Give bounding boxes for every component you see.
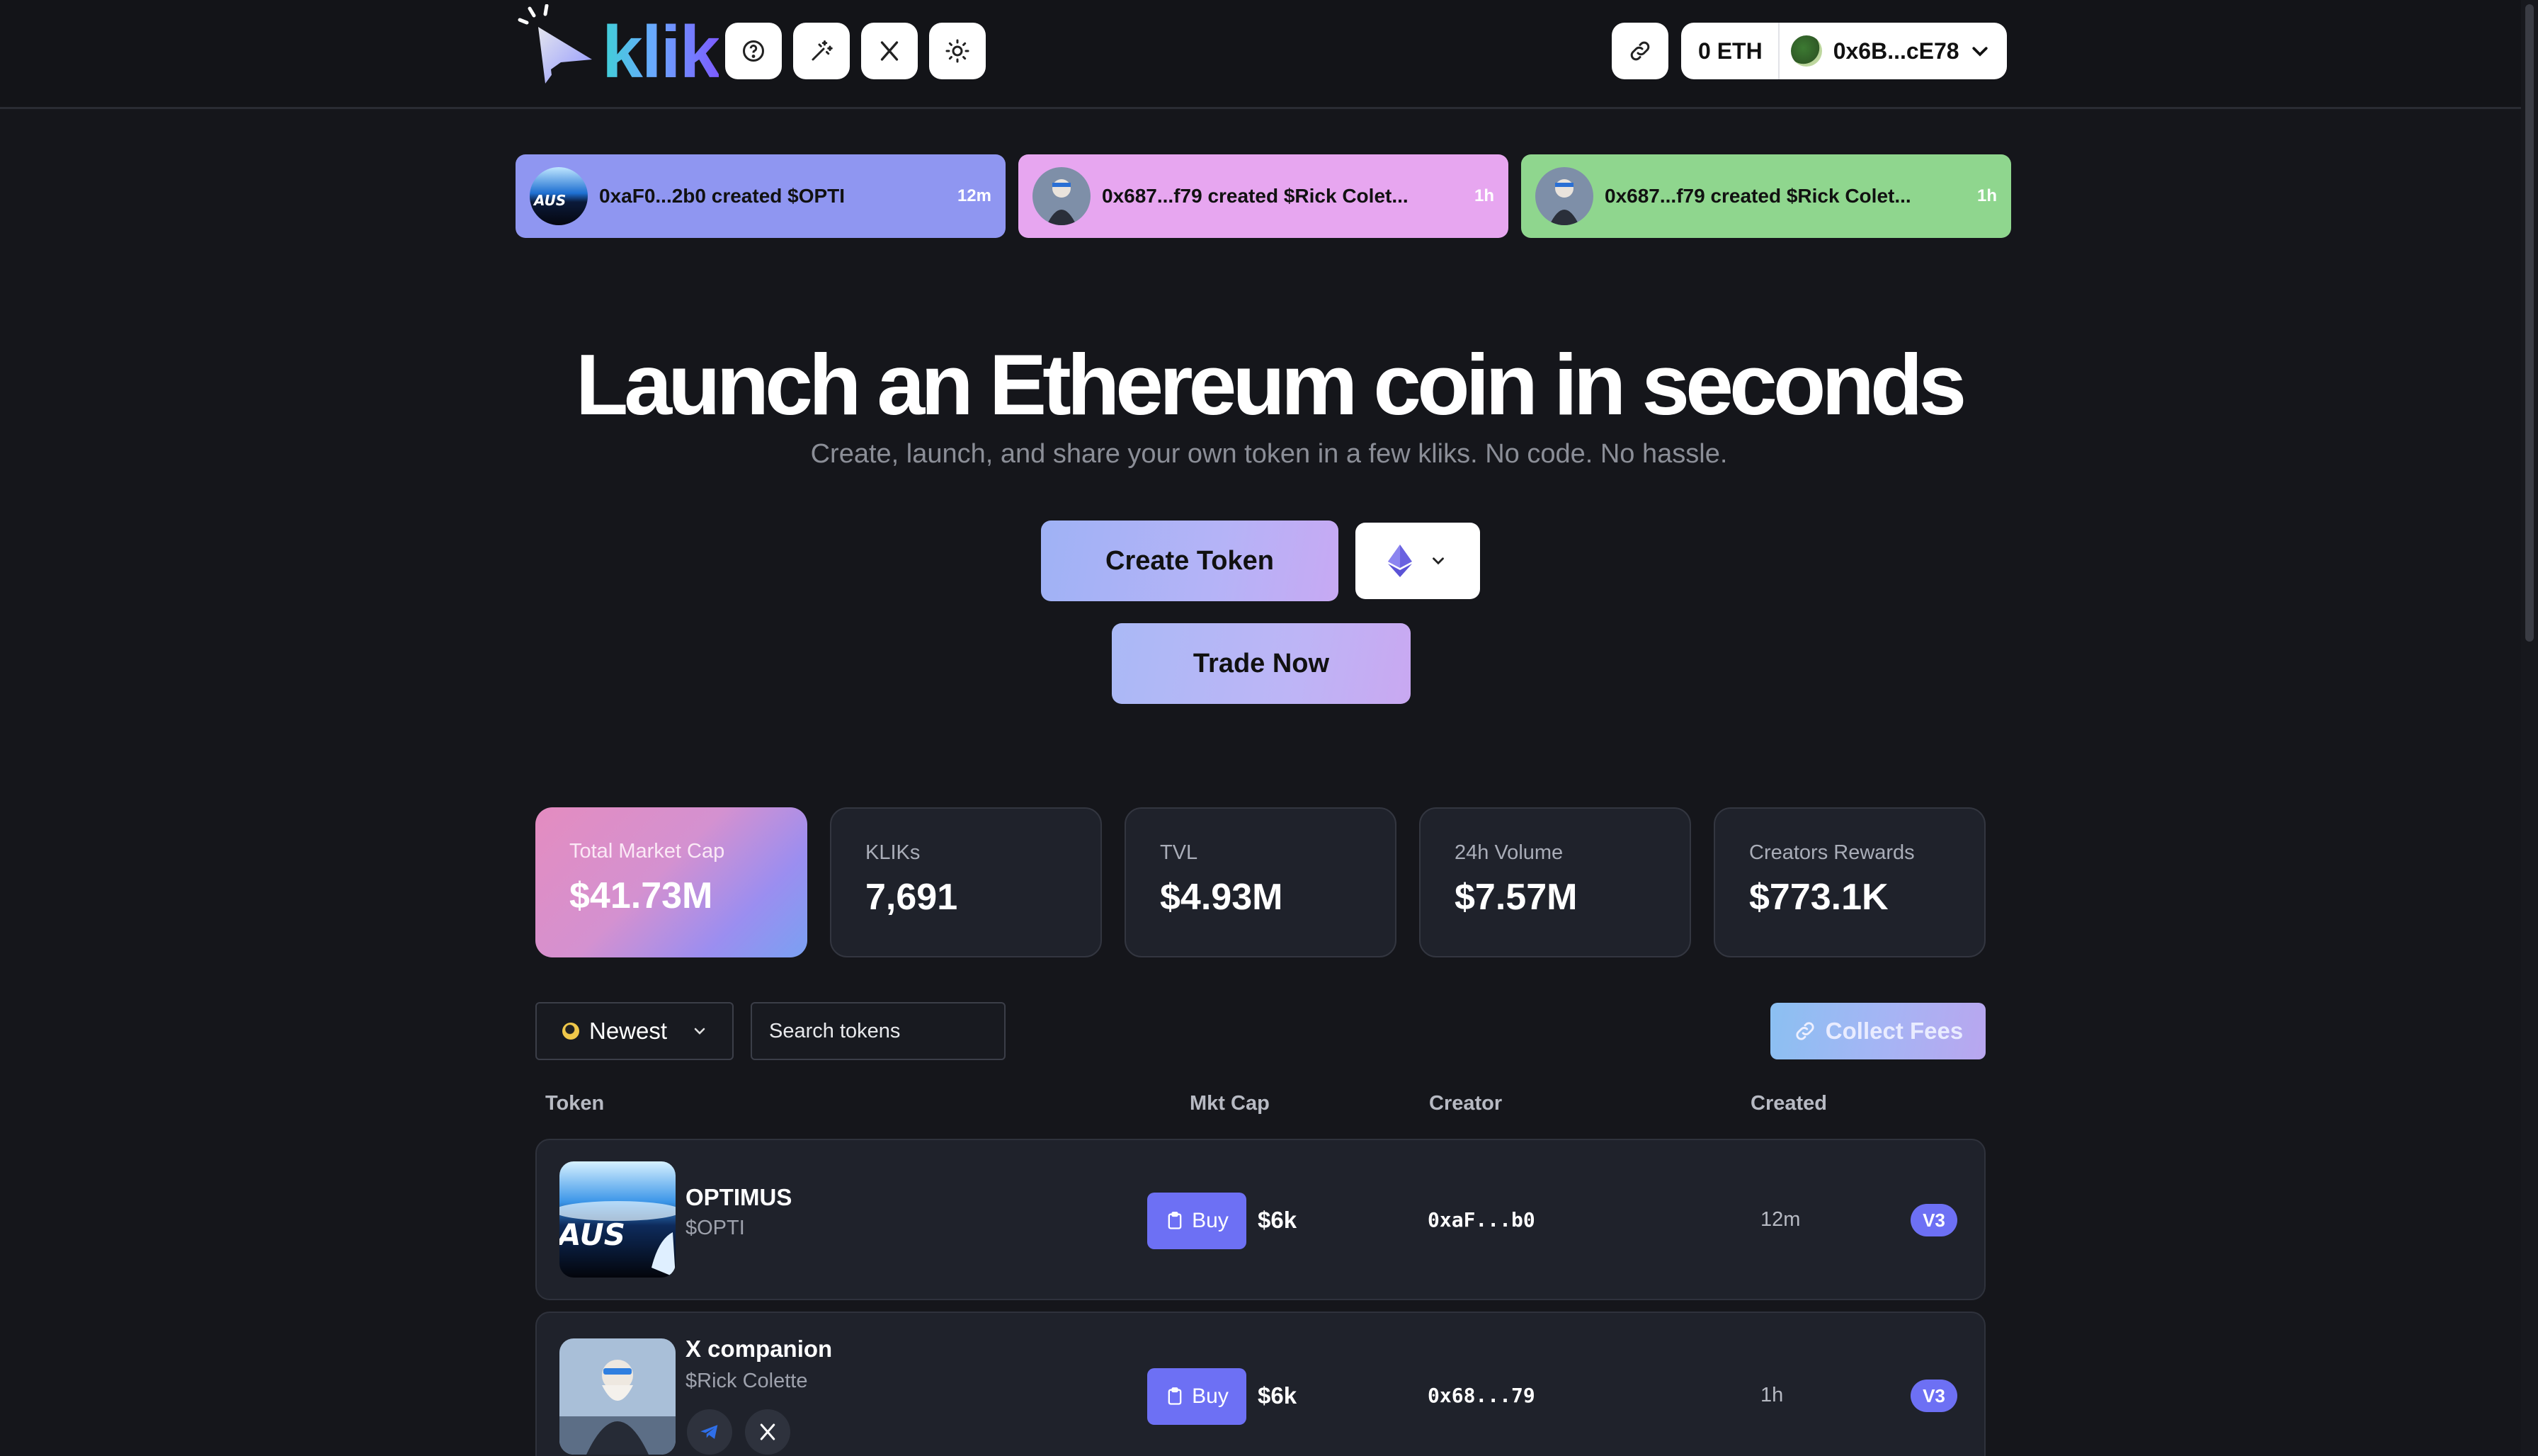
activity-ticker-item[interactable]: AUS 0xaF0...2b0 created $OPTI 12m	[516, 154, 1006, 238]
stat-value: $41.73M	[569, 875, 713, 916]
x-logo-icon	[880, 41, 899, 61]
stat-value: $4.93M	[1160, 877, 1283, 918]
ticker-time: 12m	[957, 186, 991, 205]
collect-fees-button[interactable]: Collect Fees	[1770, 1003, 1986, 1059]
collect-fees-label: Collect Fees	[1825, 1018, 1964, 1044]
chevron-down-icon	[694, 1028, 705, 1035]
x-social-button[interactable]	[861, 23, 918, 79]
ticker-text: 0xaF0...2b0 created $OPTI	[599, 185, 846, 207]
column-header-mktcap[interactable]: Mkt Cap	[1190, 1092, 1270, 1115]
stat-tvl: TVL $4.93M	[1125, 807, 1396, 957]
svg-text:AUS: AUS	[533, 192, 566, 209]
clipboard-icon	[1168, 1387, 1182, 1405]
x-social-link[interactable]	[745, 1409, 790, 1455]
ticker-time: 1h	[1976, 186, 1997, 205]
sort-selected-label: Newest	[589, 1018, 668, 1044]
question-circle-icon	[743, 40, 764, 62]
wallet-avatar	[1790, 35, 1822, 67]
token-creator[interactable]: 0xaF...b0	[1428, 1208, 1535, 1232]
stat-value: 7,691	[865, 877, 958, 918]
token-creator[interactable]: 0x68...79	[1428, 1384, 1535, 1407]
telegram-link[interactable]	[687, 1409, 732, 1455]
referral-link-button[interactable]	[1612, 23, 1668, 79]
token-symbol: $Rick Colette	[685, 1370, 808, 1392]
token-mktcap: $6k	[1258, 1207, 1297, 1233]
buy-label: Buy	[1192, 1209, 1229, 1232]
version-badge: V3	[1911, 1380, 1957, 1412]
buy-button[interactable]: Buy	[1147, 1368, 1246, 1425]
wand-icon	[812, 40, 833, 61]
ticker-text: 0x687...f79 created $Rick Colet...	[1605, 185, 1911, 207]
token-image: AUS	[559, 1161, 676, 1278]
stat-creators-rewards: Creators Rewards $773.1K	[1714, 807, 1986, 957]
trade-now-button[interactable]: Trade Now	[1112, 623, 1411, 704]
token-created: 1h	[1760, 1384, 1784, 1406]
buy-button[interactable]: Buy	[1147, 1193, 1246, 1249]
create-token-button[interactable]: Create Token	[1041, 521, 1338, 601]
telegram-icon	[700, 1425, 718, 1439]
top-header	[0, 0, 2538, 109]
column-header-token[interactable]: Token	[545, 1092, 604, 1115]
klik-logo-icon[interactable]	[516, 4, 601, 88]
column-header-creator[interactable]: Creator	[1429, 1092, 1502, 1115]
svg-text:AUS: AUS	[559, 1217, 625, 1252]
stat-label: TVL	[1160, 841, 1198, 864]
ticker-text: 0x687...f79 created $Rick Colet...	[1102, 185, 1409, 207]
version-badge: V3	[1911, 1204, 1957, 1236]
wallet-balance: 0 ETH	[1698, 38, 1763, 64]
chevron-down-icon	[1433, 557, 1444, 565]
token-avatar	[1535, 167, 1593, 225]
activity-ticker-item[interactable]: 0x687...f79 created $Rick Colet... 1h	[1521, 154, 2011, 238]
token-avatar: AUS	[530, 167, 588, 225]
tools-button[interactable]	[793, 23, 850, 79]
stat-value: $7.57M	[1455, 877, 1578, 918]
token-avatar	[1032, 167, 1091, 225]
buy-label: Buy	[1192, 1384, 1229, 1408]
hero-title: Launch an Ethereum coin in seconds	[575, 336, 1967, 433]
token-name[interactable]: X companion	[685, 1336, 832, 1363]
theme-toggle-button[interactable]	[929, 23, 986, 79]
stat-label: 24h Volume	[1455, 841, 1564, 864]
link-icon	[1796, 1022, 1814, 1040]
x-logo-icon	[760, 1423, 775, 1440]
token-created: 12m	[1760, 1208, 1801, 1231]
chevron-down-icon	[1971, 47, 1988, 57]
chain-select[interactable]	[1355, 523, 1480, 599]
sort-dropdown[interactable]: Newest	[535, 1002, 734, 1060]
wallet-address: 0x6B...cE78	[1833, 38, 1959, 64]
eyes-emoji-icon	[562, 1023, 579, 1040]
search-tokens-input[interactable]	[751, 1002, 1006, 1060]
token-symbol: $OPTI	[685, 1217, 745, 1239]
link-icon	[1630, 41, 1650, 61]
wallet-menu[interactable]: 0 ETH 0x6B...cE78	[1681, 23, 2007, 79]
klik-logo-text[interactable]: klik	[602, 10, 720, 95]
help-button[interactable]	[725, 23, 782, 79]
token-mktcap: $6k	[1258, 1382, 1297, 1409]
stat-kliks: KLIKs 7,691	[830, 807, 1102, 957]
stat-value: $773.1K	[1749, 877, 1889, 918]
stat-24h-volume: 24h Volume $7.57M	[1419, 807, 1691, 957]
token-image	[559, 1338, 676, 1455]
activity-ticker-item[interactable]: 0x687...f79 created $Rick Colet... 1h	[1018, 154, 1508, 238]
sun-icon	[945, 39, 969, 63]
token-name[interactable]: OPTIMUS	[685, 1184, 792, 1211]
ethereum-icon	[1388, 545, 1412, 577]
stat-label: KLIKs	[865, 841, 921, 864]
table-row[interactable]: X companion $Rick Colette Buy $6k 0x68..…	[535, 1312, 1986, 1456]
ticker-time: 1h	[1474, 186, 1494, 205]
clipboard-icon	[1168, 1212, 1182, 1229]
scrollbar-thumb[interactable]	[2525, 4, 2534, 642]
table-row[interactable]: AUS OPTIMUS $OPTI Buy $6k 0xaF...b0 12m …	[535, 1139, 1986, 1300]
column-header-created[interactable]: Created	[1751, 1092, 1827, 1115]
wallet-divider	[1777, 23, 1780, 79]
stat-label: Creators Rewards	[1749, 841, 1915, 864]
stat-label: Total Market Cap	[569, 840, 725, 863]
hero-subtitle: Create, launch, and share your own token…	[810, 439, 1728, 469]
stat-total-market-cap: Total Market Cap $41.73M	[535, 807, 807, 957]
